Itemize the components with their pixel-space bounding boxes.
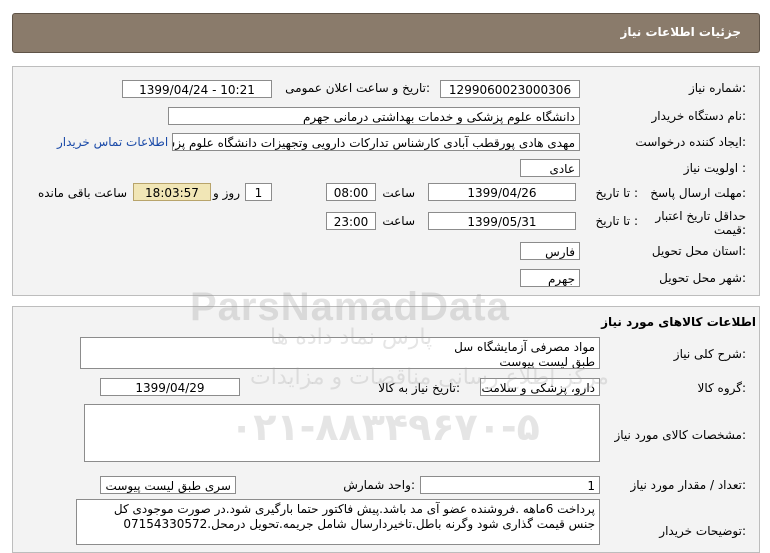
buyer-org-field: دانشگاه علوم پزشکی و خدمات بهداشتی درمان… [168,107,580,125]
goods-section-title: اطلاعات کالاهای مورد نیاز [601,315,756,329]
summary-label: شرح کلی نیاز: [673,347,746,361]
price-until-label: تا تاریخ : [595,214,638,228]
reply-time-field: 08:00 [326,183,376,201]
unit-field: سری طبق لیست پیوست [100,476,236,494]
summary-field: مواد مصرفی آزمایشگاه سل طبق لیست پیوست [80,337,600,369]
unit-label: واحد شمارش: [343,478,415,492]
province-label: استان محل تحویل: [651,244,746,258]
announce-field: 1399/04/24 - 10:21 [122,80,272,98]
buyer-notes-line-2: جنس قیمت گذاری شود وگرنه باطل.تاخیردارسا… [123,517,595,531]
creator-label: ایجاد کننده درخواست: [635,135,746,149]
price-time-field: 23:00 [326,212,376,230]
group-field: دارو، پزشکی و سلامت [480,378,600,396]
group-label: گروه کالا: [697,381,747,395]
reply-deadline-label: مهلت ارسال پاسخ: [650,186,746,200]
priority-label: اولویت نیاز : [683,161,746,175]
remaining-time-field: 18:03:57 [133,183,211,201]
buyer-notes-field: پرداخت 6ماهه .فروشنده عضو آی مد باشد.پیش… [76,499,600,545]
qty-label: تعداد / مقدار مورد نیاز: [630,478,746,492]
page-header: جزئیات اطلاعات نیاز [12,13,760,53]
summary-line-1: مواد مصرفی آزمایشگاه سل [454,340,595,354]
need-info-panel [12,66,760,296]
specs-field [84,404,600,462]
qty-field: 1 [420,476,600,494]
remaining-days-field: 1 [245,183,272,201]
creator-field: مهدی هادی پورقطب آبادی کارشناس تدارکات د… [172,133,580,151]
reply-time-label: ساعت [382,186,415,200]
days-label: روز و [213,186,240,200]
reply-until-label: تا تاریخ : [595,186,638,200]
province-field: فارس [520,242,580,260]
need-date-label: تاریخ نیاز به کالا: [378,381,460,395]
remaining-label: ساعت باقی مانده [37,186,127,200]
need-date-field: 1399/04/29 [100,378,240,396]
specs-label: مشخصات کالای مورد نیاز: [614,428,746,442]
announce-label: تاریخ و ساعت اعلان عمومی: [285,81,430,95]
buyer-notes-label: توضیحات خریدار: [659,524,746,538]
need-number-label: شماره نیاز: [688,81,746,95]
need-number-field: 1299060023000306 [440,80,580,98]
price-validity-label: حداقل تاریخ اعتبار قیمت: [655,209,746,237]
price-date-field: 1399/05/31 [428,212,576,230]
city-label: شهر محل تحویل: [659,271,746,285]
buyer-org-label: نام دستگاه خریدار: [651,109,747,123]
page-title: جزئیات اطلاعات نیاز [620,25,741,39]
city-field: جهرم [520,269,580,287]
priority-field: عادی [520,159,580,177]
buyer-contact-link[interactable]: اطلاعات تماس خریدار [57,135,168,149]
price-time-label: ساعت [382,214,415,228]
summary-line-2: طبق لیست پیوست [499,355,595,369]
reply-date-field: 1399/04/26 [428,183,576,201]
buyer-notes-line-1: پرداخت 6ماهه .فروشنده عضو آی مد باشد.پیش… [113,502,595,516]
